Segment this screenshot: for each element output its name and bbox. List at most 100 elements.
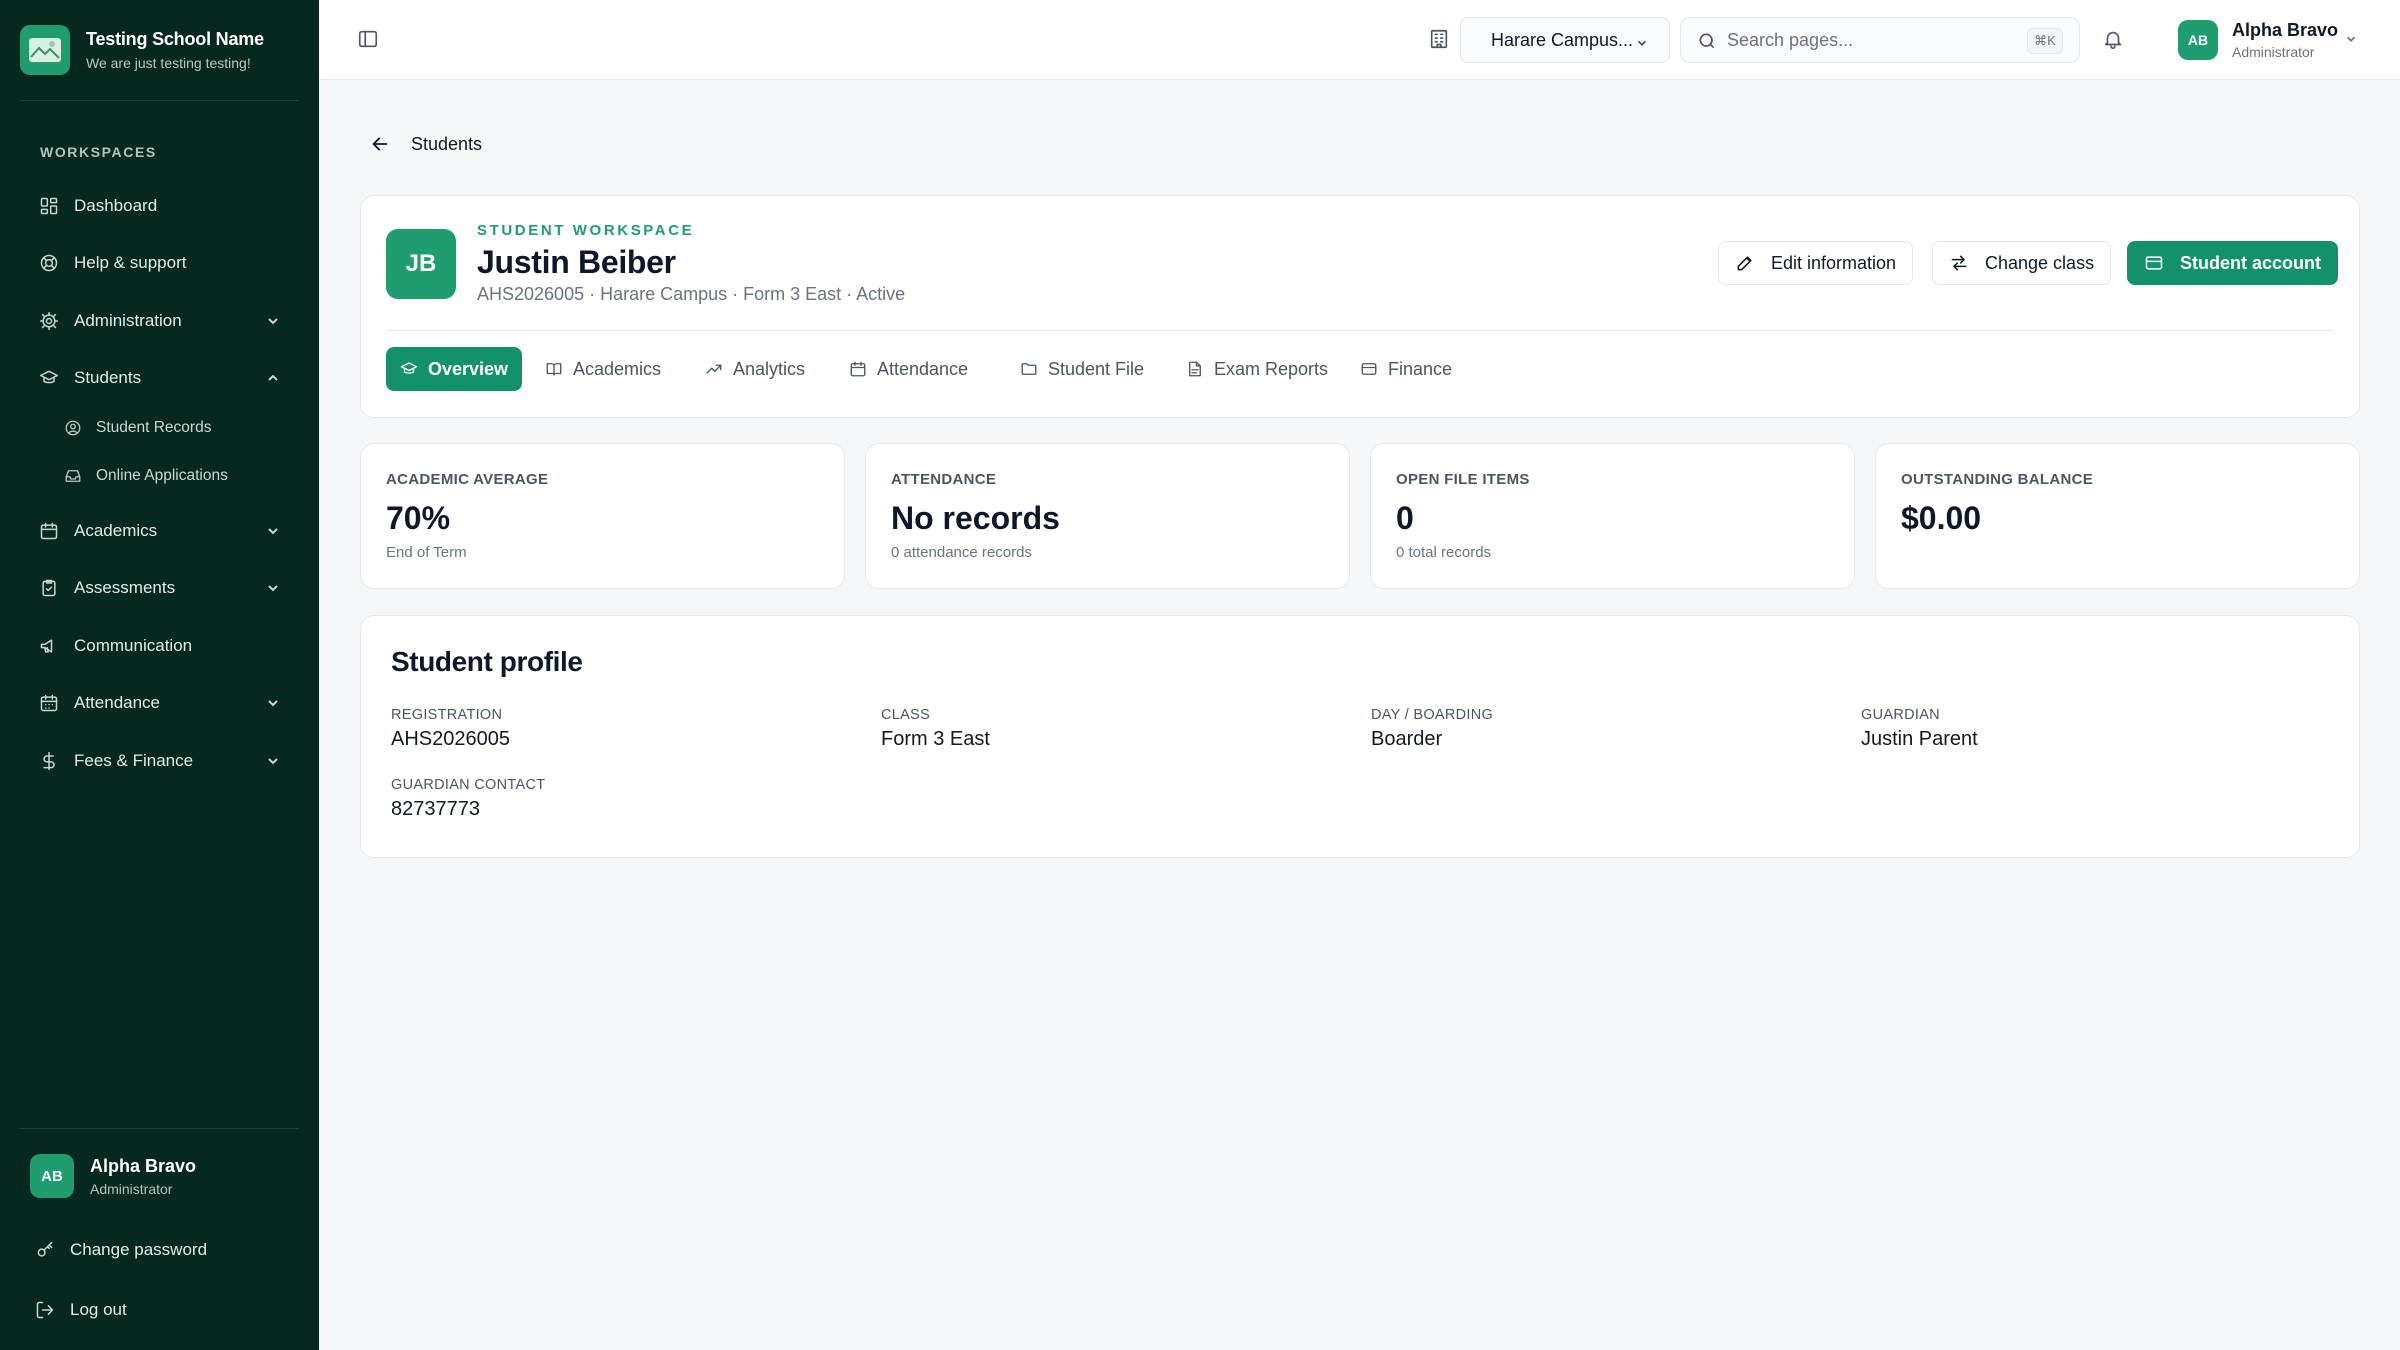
student-description: AHS2026005 · Harare Campus · Form 3 East… (477, 284, 906, 304)
calendar-icon (849, 360, 867, 378)
edit-information-label: Edit information (1771, 252, 1897, 273)
search-input[interactable]: Search pages... ⌘K (1680, 17, 2080, 63)
sidebar-item-label: Administration (74, 311, 182, 330)
logout-link[interactable]: Log out (20, 1287, 299, 1333)
sidebar-user[interactable]: AB Alpha Bravo Administrator (30, 1154, 196, 1198)
logout-icon (34, 1299, 56, 1321)
sidebar-subitem-student-records[interactable]: Student Records (46, 408, 299, 448)
tab-label: Academics (573, 358, 662, 379)
profile-field-guardian: GUARDIAN Justin Parent (1861, 707, 1978, 751)
breadcrumb-label[interactable]: Students (411, 134, 482, 155)
stat-label: OUTSTANDING BALANCE (1901, 471, 2094, 488)
field-value: 82737773 (391, 798, 480, 820)
search-shortcut: ⌘K (2027, 28, 2063, 54)
stat-card-open-file-items: OPEN FILE ITEMS 0 0 total records (1370, 443, 1855, 589)
pencil-icon (1735, 253, 1755, 273)
change-class-button[interactable]: Change class (1932, 241, 2112, 285)
sidebar-item-attendance[interactable]: Attendance (20, 680, 299, 726)
field-value: Justin Parent (1861, 728, 1978, 750)
change-password-link[interactable]: Change password (20, 1227, 299, 1273)
logout-label: Log out (70, 1300, 127, 1319)
sidebar-item-assessments[interactable]: Assessments (20, 565, 299, 611)
bell-icon[interactable] (2102, 28, 2124, 50)
sidebar-item-students[interactable]: Students (20, 355, 299, 401)
chevron-down-icon (265, 313, 281, 329)
field-label: GUARDIAN CONTACT (391, 777, 546, 793)
credit-card-icon (1360, 360, 1378, 378)
tab-finance[interactable]: Finance (1346, 347, 1466, 391)
stat-card-outstanding-balance: OUTSTANDING BALANCE $0.00 (1875, 443, 2360, 589)
sidebar-item-label: Students (74, 368, 142, 387)
profile-field-registration: REGISTRATION AHS2026005 (391, 707, 510, 751)
sidebar-subitem-online-applications[interactable]: Online Applications (46, 456, 299, 496)
campus-selector-value: Harare Campus... (1491, 29, 1634, 50)
stat-value: $0.00 (1901, 500, 1982, 536)
credit-card-icon (2144, 253, 2164, 273)
stat-card-academic-average: ACADEMIC AVERAGE 70% End of Term (360, 443, 845, 589)
stat-value: 0 (1396, 500, 1414, 536)
sidebar-item-academics[interactable]: Academics (20, 508, 299, 554)
tab-student-file[interactable]: Student File (1006, 347, 1158, 391)
student-account-button[interactable]: Student account (2127, 241, 2339, 285)
clipboard-check-icon (38, 577, 60, 599)
building-icon (1428, 28, 1450, 50)
search-placeholder: Search pages... (1727, 29, 1854, 50)
sidebar-item-fees-finance[interactable]: Fees & Finance (20, 738, 299, 784)
tab-attendance[interactable]: Attendance (835, 347, 982, 391)
calendar-icon (38, 520, 60, 542)
user-name: Alpha Bravo (90, 1155, 197, 1176)
gear-icon (38, 310, 60, 332)
tab-academics[interactable]: Academics (531, 347, 675, 391)
tab-label: Finance (1388, 358, 1453, 379)
avatar: AB (30, 1154, 74, 1198)
stat-value: 70% (386, 500, 451, 536)
campus-selector[interactable]: Harare Campus... (1460, 17, 1670, 63)
field-label: GUARDIAN (1861, 707, 1940, 723)
student-account-label: Student account (2180, 252, 2322, 273)
tab-analytics[interactable]: Analytics (691, 347, 819, 391)
sidebar-item-help-support[interactable]: Help & support (20, 240, 299, 286)
school-logo (20, 25, 70, 75)
edit-information-button[interactable]: Edit information (1718, 241, 1914, 285)
tab-overview[interactable]: Overview (386, 347, 523, 391)
chevron-down-icon (265, 580, 281, 596)
trending-up-icon (705, 360, 723, 378)
brand[interactable]: Testing School Name We are just testing … (20, 24, 264, 76)
change-password-label: Change password (70, 1240, 208, 1259)
profile-field-guardian-contact: GUARDIAN CONTACT 82737773 (391, 777, 545, 821)
sidebar-toggle-icon[interactable] (357, 28, 379, 50)
arrow-left-icon[interactable] (369, 133, 391, 155)
sidebar-item-dashboard[interactable]: Dashboard (20, 183, 299, 229)
sidebar: Testing School Name We are just testing … (0, 0, 319, 1350)
chevron-down-icon (265, 695, 281, 711)
student-profile-card: Student profile REGISTRATION AHS2026005 … (360, 615, 2360, 858)
sidebar-item-label: Help & support (74, 253, 187, 272)
sidebar-item-administration[interactable]: Administration (20, 298, 299, 344)
stat-card-attendance: ATTENDANCE No records 0 attendance recor… (865, 443, 1350, 589)
section-title: Student profile (391, 646, 583, 677)
change-class-label: Change class (1985, 252, 2095, 273)
grid-icon (38, 195, 60, 217)
chevron-down-icon (265, 753, 281, 769)
swap-icon (1949, 253, 1969, 273)
workspaces-heading: WORKSPACES (40, 144, 157, 160)
field-label: REGISTRATION (391, 707, 503, 723)
tab-label: Overview (428, 358, 509, 379)
tab-label: Exam Reports (1214, 358, 1329, 379)
user-menu[interactable]: AB Alpha Bravo Administrator (2178, 20, 2356, 60)
field-label: CLASS (881, 707, 931, 723)
graduation-cap-icon (400, 360, 418, 378)
student-name: Justin Beiber (477, 244, 676, 280)
stat-label: OPEN FILE ITEMS (1396, 471, 1530, 488)
sidebar-item-label: Fees & Finance (74, 751, 194, 770)
tab-exam-reports[interactable]: Exam Reports (1172, 347, 1342, 391)
sidebar-item-communication[interactable]: Communication (20, 623, 299, 669)
lifebuoy-icon (38, 252, 60, 274)
field-value: AHS2026005 (391, 728, 510, 750)
sidebar-item-label: Academics (74, 521, 158, 540)
student-header-card: JB STUDENT WORKSPACE Justin Beiber AHS20… (360, 195, 2360, 418)
school-tagline: We are just testing testing! (86, 55, 251, 71)
folder-icon (1020, 360, 1038, 378)
search-icon (1697, 31, 1717, 51)
tab-label: Attendance (877, 358, 969, 379)
